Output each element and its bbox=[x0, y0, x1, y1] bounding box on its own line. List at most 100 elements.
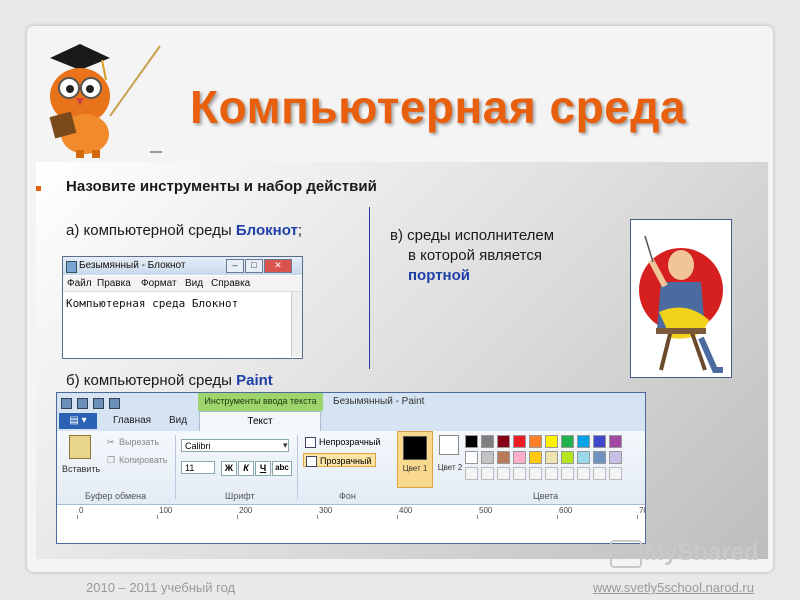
group-background-label: Фон bbox=[339, 491, 356, 501]
palette-empty-slot[interactable] bbox=[481, 467, 494, 480]
ruler-tick-label: 400 bbox=[399, 506, 413, 515]
italic-button[interactable]: К bbox=[238, 461, 254, 476]
menu-edit[interactable]: Правка bbox=[97, 278, 131, 289]
palette-color-swatch[interactable] bbox=[577, 435, 590, 448]
palette-color-swatch[interactable] bbox=[529, 451, 542, 464]
opaque-label: Непрозрачный bbox=[319, 437, 381, 447]
copy-button[interactable]: Копировать bbox=[119, 455, 167, 465]
new-file-icon[interactable] bbox=[109, 398, 120, 409]
menu-view[interactable]: Вид bbox=[185, 278, 203, 289]
chevron-down-icon: ▾ bbox=[283, 440, 288, 450]
opaque-button[interactable]: Непрозрачный bbox=[303, 435, 380, 449]
notepad-scrollbar[interactable] bbox=[291, 292, 302, 357]
palette-empty-slot[interactable] bbox=[577, 467, 590, 480]
redo-icon[interactable] bbox=[93, 398, 104, 409]
quick-access-toolbar bbox=[61, 396, 147, 409]
tailor-illustration bbox=[630, 219, 732, 378]
tab-view[interactable]: Вид bbox=[169, 415, 187, 426]
group-separator bbox=[175, 435, 176, 499]
logo-icon bbox=[610, 540, 642, 568]
transparent-icon bbox=[306, 456, 317, 467]
paint-canvas[interactable] bbox=[57, 519, 645, 543]
footer-site-link[interactable]: www.svetly5school.narod.ru bbox=[593, 580, 754, 595]
palette-empty-slot[interactable] bbox=[513, 467, 526, 480]
group-clipboard-label: Буфер обмена bbox=[85, 491, 147, 501]
palette-color-swatch[interactable] bbox=[465, 451, 478, 464]
save-icon[interactable] bbox=[61, 398, 72, 409]
group-font-label: Шрифт bbox=[225, 491, 255, 501]
menu-format[interactable]: Формат bbox=[141, 278, 177, 289]
item-b-highlight: Paint bbox=[236, 372, 273, 389]
menu-help[interactable]: Справка bbox=[211, 278, 250, 289]
palette-empty-slot[interactable] bbox=[545, 467, 558, 480]
underline-button[interactable]: Ч bbox=[255, 461, 271, 476]
owl-mascot-illustration bbox=[49, 44, 161, 158]
palette-color-swatch[interactable] bbox=[593, 435, 606, 448]
opaque-icon bbox=[305, 437, 316, 448]
palette-color-swatch[interactable] bbox=[593, 451, 606, 464]
palette-color-swatch[interactable] bbox=[609, 451, 622, 464]
font-family-select[interactable]: Calibri bbox=[181, 439, 289, 452]
ruler-tick-label: 0 bbox=[79, 506, 84, 515]
paste-button[interactable]: Вставить bbox=[62, 464, 100, 474]
color2-swatch bbox=[439, 435, 459, 455]
ruler-tick-label: 500 bbox=[479, 506, 493, 515]
palette-color-swatch[interactable] bbox=[577, 451, 590, 464]
transparent-label: Прозрачный bbox=[320, 456, 372, 466]
color1-button[interactable]: Цвет 1 bbox=[397, 431, 433, 488]
palette-empty-slot[interactable] bbox=[561, 467, 574, 480]
watermark-logo: MyShared bbox=[644, 539, 759, 566]
palette-color-swatch[interactable] bbox=[497, 451, 510, 464]
paste-icon[interactable] bbox=[69, 435, 91, 459]
palette-empty-slot[interactable] bbox=[497, 467, 510, 480]
palette-color-swatch[interactable] bbox=[529, 435, 542, 448]
color1-swatch bbox=[403, 436, 427, 460]
paint-titlebar: Инструменты ввода текста Безымянный - Pa… bbox=[57, 393, 645, 411]
palette-empty-slot[interactable] bbox=[609, 467, 622, 480]
palette-color-swatch[interactable] bbox=[545, 435, 558, 448]
palette-empty-slot[interactable] bbox=[593, 467, 606, 480]
tab-home[interactable]: Главная bbox=[113, 415, 151, 426]
palette-empty-slot[interactable] bbox=[529, 467, 542, 480]
color2-button[interactable]: Цвет 2 bbox=[435, 431, 465, 486]
palette-color-swatch[interactable] bbox=[497, 435, 510, 448]
palette-color-swatch[interactable] bbox=[609, 435, 622, 448]
palette-color-swatch[interactable] bbox=[513, 435, 526, 448]
menu-file[interactable]: Файл bbox=[67, 278, 92, 289]
palette-color-swatch[interactable] bbox=[513, 451, 526, 464]
notepad-text-area[interactable]: Компьютерная среда Блокнот bbox=[66, 297, 238, 310]
palette-color-swatch[interactable] bbox=[465, 435, 478, 448]
transparent-button[interactable]: Прозрачный bbox=[303, 453, 377, 467]
context-tab-text-tools: Инструменты ввода текста bbox=[198, 393, 323, 411]
palette-color-swatch[interactable] bbox=[481, 435, 494, 448]
item-v-line1: в) среды исполнителем bbox=[390, 227, 555, 244]
notepad-window: Безымянный - Блокнот – □ ✕ Файл Правка Ф… bbox=[62, 256, 303, 359]
paint-window: Инструменты ввода текста Безымянный - Pa… bbox=[56, 392, 646, 544]
item-v: в) среды исполнителем в которой является… bbox=[390, 226, 554, 286]
cut-button[interactable]: Вырезать bbox=[119, 437, 159, 447]
undo-icon[interactable] bbox=[77, 398, 88, 409]
bold-button[interactable]: Ж bbox=[221, 461, 237, 476]
horizontal-ruler: 0 100 200 300 400 500 600 70 bbox=[57, 504, 645, 520]
palette-color-swatch[interactable] bbox=[481, 451, 494, 464]
minimize-button[interactable]: – bbox=[226, 259, 244, 273]
ruler-tick-label: 100 bbox=[159, 506, 173, 515]
ruler-tick-label: 600 bbox=[559, 506, 573, 515]
palette-empty-slot[interactable] bbox=[465, 467, 478, 480]
close-button[interactable]: ✕ bbox=[264, 259, 292, 273]
palette-color-swatch[interactable] bbox=[545, 451, 558, 464]
palette-color-swatch[interactable] bbox=[561, 435, 574, 448]
palette-color-swatch[interactable] bbox=[561, 451, 574, 464]
item-a: а) компьютерной среды Блокнот; bbox=[66, 222, 302, 239]
item-v-highlight: портной bbox=[408, 267, 470, 284]
tab-text[interactable]: Текст bbox=[199, 411, 321, 432]
font-size-select[interactable]: 11 bbox=[181, 461, 215, 474]
vertical-divider bbox=[369, 207, 370, 369]
scissors-icon: ✂ bbox=[107, 437, 115, 447]
strikethrough-button[interactable]: abc bbox=[272, 461, 292, 476]
bullet-marker bbox=[36, 186, 41, 191]
item-b: б) компьютерной среды Paint bbox=[66, 372, 273, 389]
file-menu-button[interactable]: ▤ ▾ bbox=[59, 413, 97, 429]
item-b-text: б) компьютерной среды bbox=[66, 372, 237, 389]
maximize-button[interactable]: □ bbox=[245, 259, 263, 273]
